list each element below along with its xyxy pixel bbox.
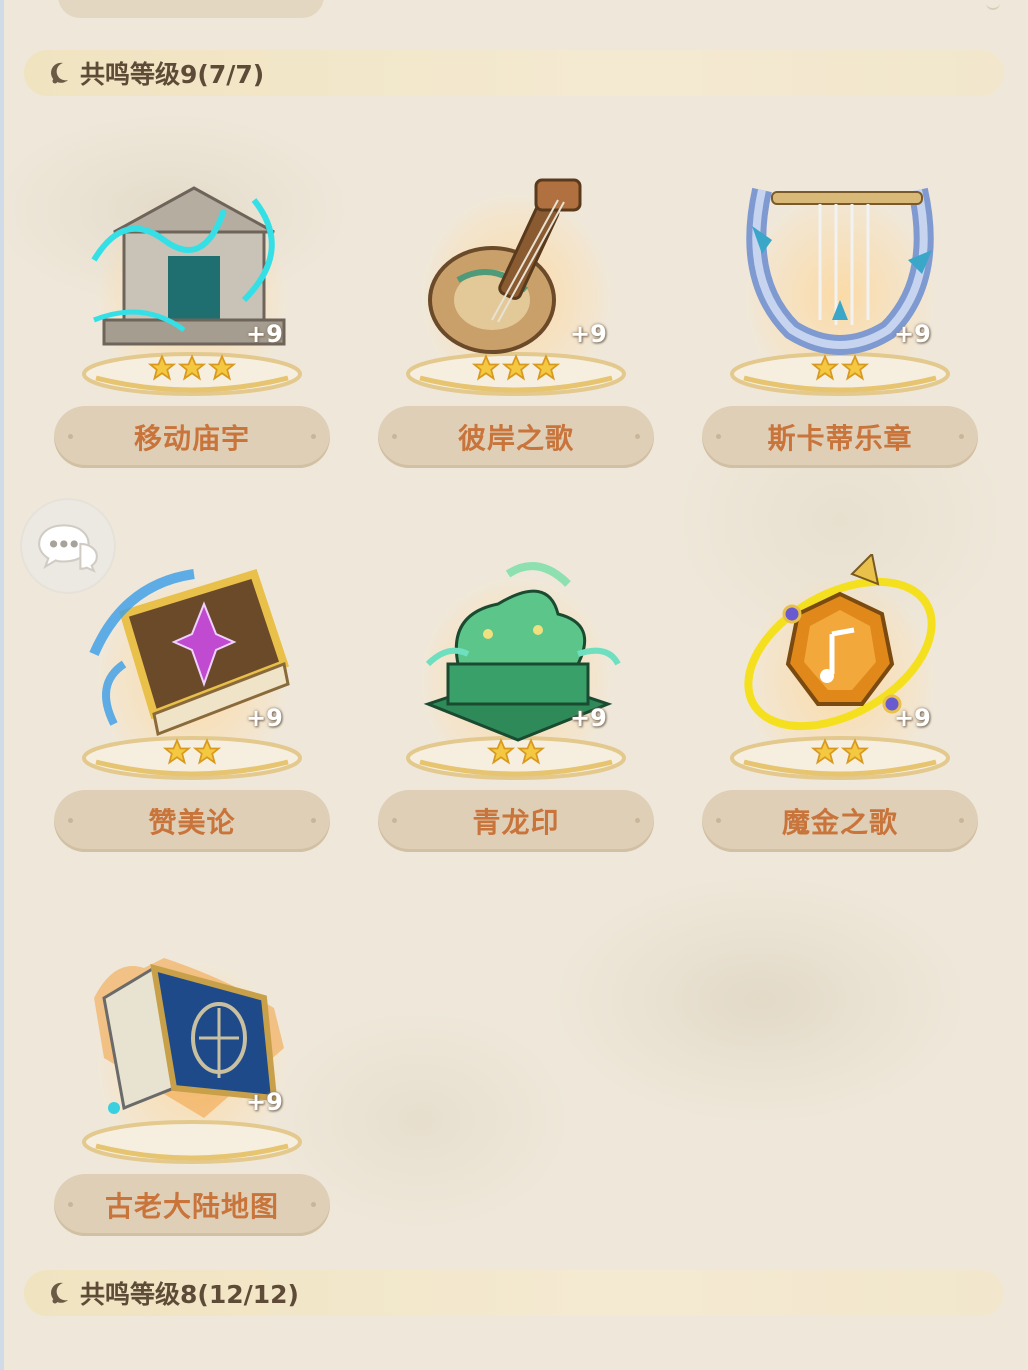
plate-dot	[392, 434, 397, 439]
section-title: 共鸣等级9(7/7)	[80, 60, 265, 89]
enhance-level: +9	[570, 704, 607, 732]
item-card-song-of-the-other-shore[interactable]: +9 彼岸之歌	[378, 160, 654, 468]
name-plate: 移动庙宇	[54, 406, 330, 468]
section-header-level-8: 共鸣等级8(12/12)	[24, 1270, 1004, 1316]
enhance-level: +9	[246, 704, 283, 732]
plate-dot	[959, 818, 964, 823]
item-name: 赞美论	[148, 806, 236, 839]
plate-dot	[68, 1202, 73, 1207]
star-rating	[702, 354, 978, 382]
plate-dot	[959, 434, 964, 439]
enhance-level: +9	[570, 320, 607, 348]
left-edge	[0, 0, 4, 1370]
star-rating	[702, 738, 978, 766]
plate-dot	[68, 818, 73, 823]
section-title: 共鸣等级8(12/12)	[80, 1280, 299, 1309]
section-header-level-9: 共鸣等级9(7/7)	[24, 50, 1004, 96]
plate-dot	[392, 818, 397, 823]
star-rating	[54, 354, 330, 382]
item-card-treatise-of-praise[interactable]: +9 赞美论	[54, 544, 330, 852]
enhance-level: +9	[894, 320, 931, 348]
item-name: 青龙印	[472, 806, 560, 839]
item-name: 古老大陆地图	[104, 1190, 279, 1223]
item-card-mobile-temple[interactable]: +9 移动庙宇	[54, 160, 330, 468]
star-icon	[148, 354, 176, 381]
enhance-level: +9	[246, 320, 283, 348]
star-icon	[517, 738, 545, 765]
plate-dot	[68, 434, 73, 439]
item-card-ancient-continent-map[interactable]: +9 古老大陆地图	[54, 928, 330, 1236]
resonance-moon-icon	[51, 62, 68, 84]
star-icon	[163, 738, 191, 765]
item-name: 魔金之歌	[781, 806, 898, 839]
name-plate: 古老大陆地图	[54, 1174, 330, 1236]
star-icon	[841, 738, 869, 765]
star-icon	[193, 738, 221, 765]
star-icon	[502, 354, 530, 381]
plate-dot	[716, 818, 721, 823]
name-plate: 斯卡蒂乐章	[702, 406, 978, 468]
star-rating	[378, 354, 654, 382]
item-name: 斯卡蒂乐章	[767, 422, 913, 455]
plate-dot	[716, 434, 721, 439]
star-icon	[487, 738, 515, 765]
star-icon	[208, 354, 236, 381]
name-plate: 赞美论	[54, 790, 330, 852]
item-name: 移动庙宇	[133, 422, 250, 455]
name-plate: 彼岸之歌	[378, 406, 654, 468]
item-card-skadi-movement[interactable]: +9 斯卡蒂乐章	[702, 160, 978, 468]
star-icon	[472, 354, 500, 381]
star-icon	[532, 354, 560, 381]
resonance-moon-icon	[51, 1282, 68, 1304]
plate-dot	[311, 434, 316, 439]
enhance-level: +9	[894, 704, 931, 732]
name-plate: 青龙印	[378, 790, 654, 852]
plate-dot	[635, 434, 640, 439]
star-rating	[378, 738, 654, 766]
star-icon	[841, 354, 869, 381]
plate-dot	[311, 1202, 316, 1207]
plate-dot	[311, 818, 316, 823]
item-card-azure-dragon-seal[interactable]: +9 青龙印	[378, 544, 654, 852]
item-name: 彼岸之歌	[457, 422, 574, 455]
star-icon	[178, 354, 206, 381]
name-plate: 魔金之歌	[702, 790, 978, 852]
star-icon	[811, 354, 839, 381]
star-rating	[54, 738, 330, 766]
enhance-level: +9	[246, 1088, 283, 1116]
plate-dot	[635, 818, 640, 823]
previous-item-plate	[58, 0, 324, 18]
item-card-song-of-mythril[interactable]: +9 魔金之歌	[702, 544, 978, 852]
star-icon	[811, 738, 839, 765]
